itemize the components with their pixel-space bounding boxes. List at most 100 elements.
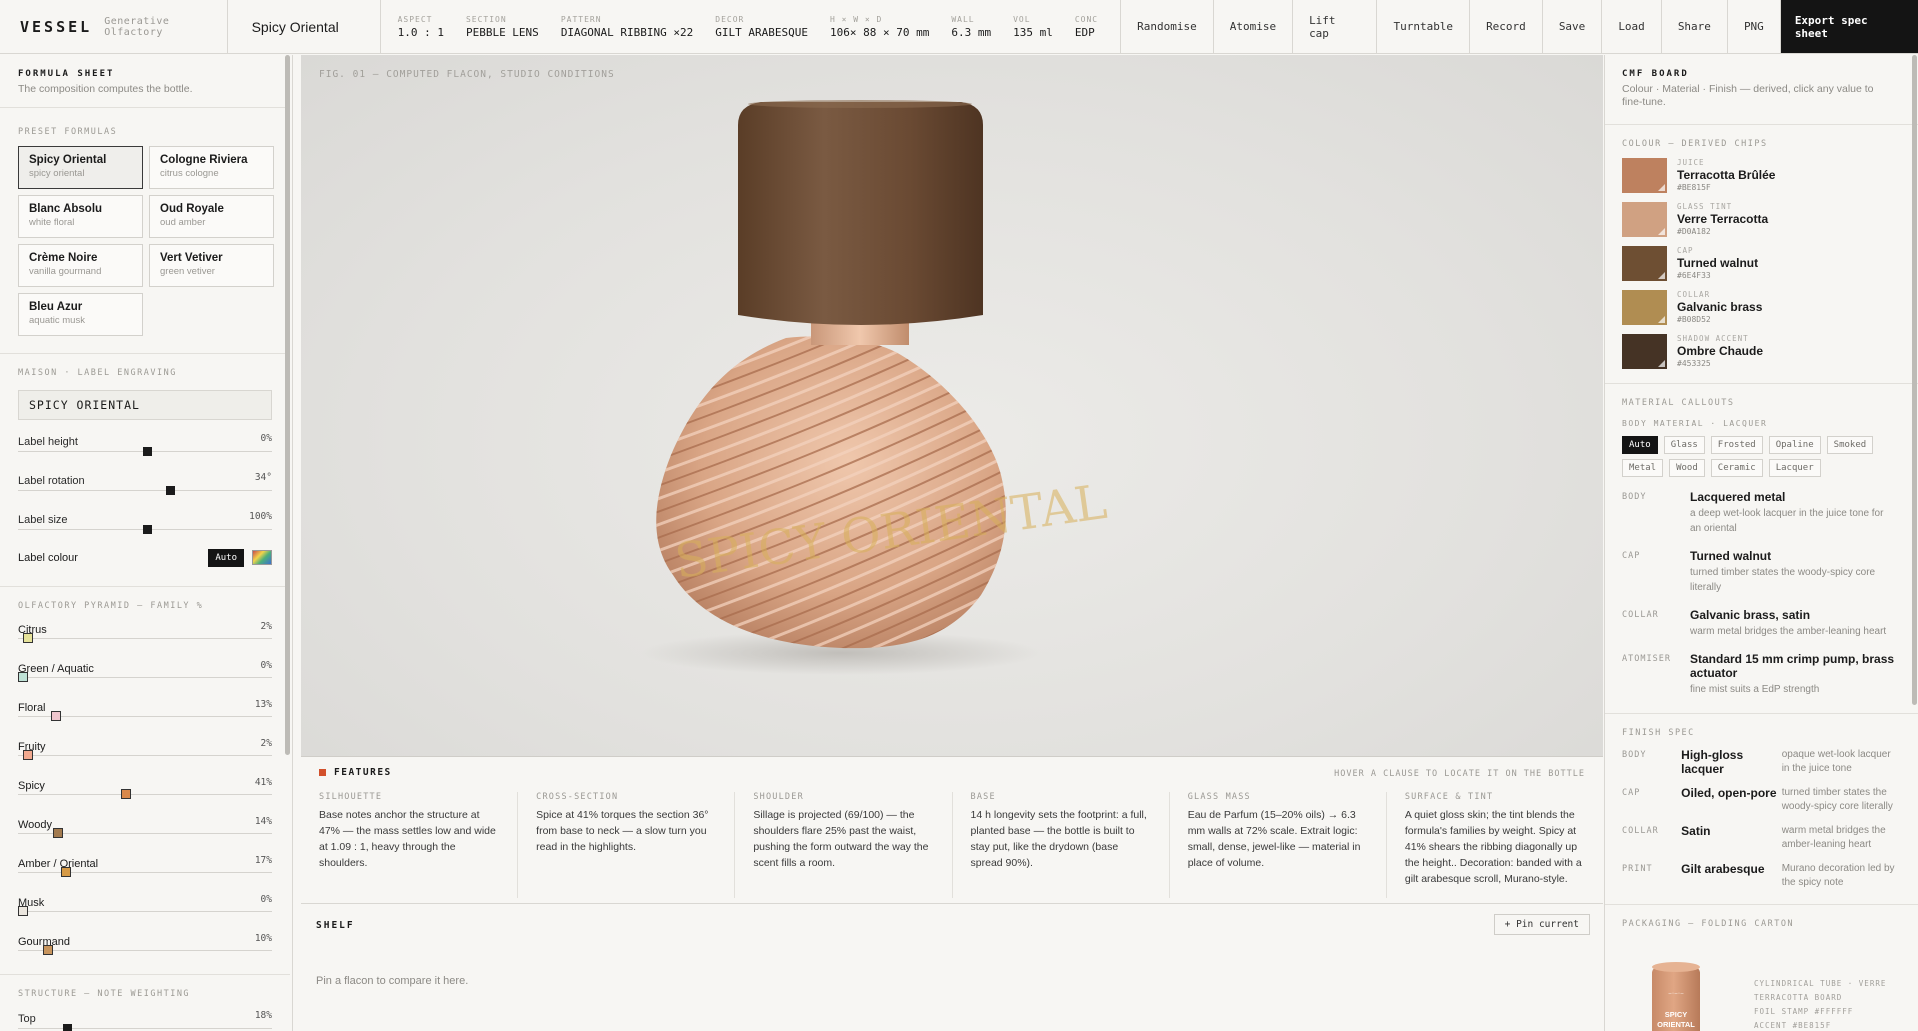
slider-handle[interactable] xyxy=(23,750,33,760)
slider-track[interactable] xyxy=(18,911,272,912)
material-option[interactable]: Frosted xyxy=(1710,436,1763,454)
chip-role: COLLAR xyxy=(1677,290,1711,299)
cmf-title: CMF BOARD xyxy=(1622,69,1689,79)
slider-track[interactable] xyxy=(18,950,272,951)
right-scrollbar[interactable] xyxy=(1912,55,1917,705)
finish-row[interactable]: PRINT Gilt arabesque Murano decoration led… xyxy=(1622,862,1900,890)
callout-part: COLLAR xyxy=(1622,610,1659,620)
divider xyxy=(1605,124,1918,125)
material-callout[interactable]: ATOMISER Standard 15 mm crimp pump, brass… xyxy=(1622,652,1900,697)
material-option[interactable]: Metal xyxy=(1622,459,1664,477)
turntable-button[interactable]: Turntable xyxy=(1377,0,1471,53)
preset-card[interactable]: Cologne Riviera citrus cologne xyxy=(149,146,274,189)
material-option[interactable]: Wood xyxy=(1669,459,1705,477)
slider-handle[interactable] xyxy=(165,486,175,495)
colour-chip-row[interactable]: COLLAR Galvanic brass #B08D52 xyxy=(1622,290,1900,325)
colour-chip-swatch[interactable] xyxy=(1622,202,1667,237)
material-option[interactable]: Auto xyxy=(1622,436,1658,454)
label-colour-auto-button[interactable]: Auto xyxy=(208,549,244,567)
colour-chip-swatch[interactable] xyxy=(1622,290,1667,325)
feature-title: SILHOUETTE xyxy=(319,792,383,802)
family-value: 2% xyxy=(260,621,272,632)
material-callout[interactable]: BODY Lacquered metal a deep wet-look lacqu… xyxy=(1622,490,1900,536)
finish-row[interactable]: CAP Oiled, open-pore turned timber states … xyxy=(1622,786,1900,814)
material-option[interactable]: Ceramic xyxy=(1710,459,1763,477)
preset-card[interactable]: Oud Royale oud amber xyxy=(149,195,274,238)
colour-chip-row[interactable]: GLASS TINT Verre Terracotta #D0A182 xyxy=(1622,202,1900,237)
material-option[interactable]: Lacquer xyxy=(1768,459,1821,477)
slider-handle[interactable] xyxy=(53,828,63,838)
slider-track[interactable] xyxy=(18,872,272,873)
bottle-viewport[interactable]: FIG. 01 — COMPUTED FLACON, STUDIO CONDIT… xyxy=(301,55,1603,757)
colour-chip-row[interactable]: SHADOW ACCENT Ombre Chaude #453325 xyxy=(1622,334,1900,369)
slider-track[interactable] xyxy=(18,1028,272,1029)
features-marker-icon xyxy=(319,769,326,776)
bottle-render[interactable]: SPICY ORIENTAL xyxy=(301,55,1603,757)
slider-value: 100% xyxy=(249,511,272,522)
chip-name: Verre Terracotta xyxy=(1677,212,1769,226)
share-button[interactable]: Share xyxy=(1662,0,1728,53)
record-button[interactable]: Record xyxy=(1470,0,1543,53)
finish-desc: opaque wet-look lacquer in the juice ton… xyxy=(1781,749,1891,774)
load-button[interactable]: Load xyxy=(1602,0,1662,53)
material-option[interactable]: Opaline xyxy=(1768,436,1821,454)
slider-handle[interactable] xyxy=(43,945,53,955)
material-option[interactable]: Glass xyxy=(1663,436,1705,454)
feature-clause[interactable]: CROSS-SECTION Spice at 41% torques the se… xyxy=(518,792,736,898)
slider-track[interactable] xyxy=(18,794,272,795)
finish-row[interactable]: BODY High-gloss lacquer opaque wet-look la… xyxy=(1622,748,1900,776)
preset-card[interactable]: Blanc Absolu white floral xyxy=(18,195,143,238)
colour-chip-text: GLASS TINT Verre Terracotta #D0A182 xyxy=(1677,202,1768,237)
carton-tube: —·—·— SPICY ORIENTAL xyxy=(1652,962,1700,1031)
label-text-input[interactable]: SPICY ORIENTAL xyxy=(18,390,272,420)
family-label: Floral xyxy=(18,702,46,714)
slider-handle[interactable] xyxy=(18,672,28,682)
png-button[interactable]: PNG xyxy=(1728,0,1781,53)
feature-clause[interactable]: SILHOUETTE Base notes anchor the structur… xyxy=(301,792,519,898)
pin-current-button[interactable]: + Pin current xyxy=(1493,914,1590,935)
slider-handle[interactable] xyxy=(23,633,33,643)
lift-cap-button[interactable]: Lift cap xyxy=(1293,0,1378,53)
colour-chip-row[interactable]: CAP Turned walnut #6E4F33 xyxy=(1622,246,1900,281)
feature-clause[interactable]: GLASS MASS Eau de Parfum (15–20% oils) → … xyxy=(1170,792,1387,898)
family-label: Amber / Oriental xyxy=(18,858,99,870)
preset-card[interactable]: Crème Noire vanilla gourmand xyxy=(18,244,143,287)
shelf-title: SHELF xyxy=(316,920,355,931)
slider-track[interactable] xyxy=(18,490,272,491)
colour-chip-row[interactable]: JUICE Terracotta Brûlée #BE815F xyxy=(1622,158,1900,193)
preset-card[interactable]: Vert Vetiver green vetiver xyxy=(149,244,274,287)
cap-top-highlight xyxy=(748,100,972,108)
slider-track[interactable] xyxy=(18,755,272,756)
slider-track[interactable] xyxy=(18,677,272,678)
colour-chip-swatch[interactable] xyxy=(1622,334,1667,369)
slider-handle[interactable] xyxy=(63,1024,72,1031)
slider-handle[interactable] xyxy=(143,525,152,534)
slider-handle[interactable] xyxy=(60,867,71,877)
colour-chip-swatch[interactable] xyxy=(1622,246,1667,281)
preset-name: Cologne Riviera xyxy=(160,154,248,166)
colour-chip-text: JUICE Terracotta Brûlée #BE815F xyxy=(1677,158,1775,193)
slider-handle[interactable] xyxy=(120,789,131,799)
preset-card[interactable]: Spicy Oriental spicy oriental xyxy=(18,146,143,189)
left-scrollbar[interactable] xyxy=(285,55,290,755)
material-option[interactable]: Smoked xyxy=(1826,436,1874,454)
preset-card[interactable]: Bleu Azur aquatic musk xyxy=(18,293,143,336)
save-button[interactable]: Save xyxy=(1543,0,1603,53)
feature-clause[interactable]: SHOULDER Sillage is projected (69/100) — … xyxy=(735,792,953,898)
colour-chip-swatch[interactable] xyxy=(1622,158,1667,193)
slider-handle[interactable] xyxy=(50,711,61,721)
randomise-button[interactable]: Randomise xyxy=(1121,0,1214,53)
slider-handle[interactable] xyxy=(18,906,28,916)
feature-clause[interactable]: BASE 14 h longevity sets the footprint: a… xyxy=(953,792,1170,898)
slider-handle[interactable] xyxy=(143,447,152,456)
slider-track[interactable] xyxy=(18,638,272,639)
finish-row[interactable]: COLLAR Satin warm metal bridges the amber-… xyxy=(1622,824,1900,852)
colour-chips: JUICE Terracotta Brûlée #BE815F GLASS TINT V… xyxy=(1622,158,1900,369)
material-callout[interactable]: CAP Turned walnut turned timber states the… xyxy=(1622,549,1900,595)
feature-clause[interactable]: SURFACE & TINT A quiet gloss skin; the ti… xyxy=(1387,792,1603,898)
label-colour-picker-icon[interactable] xyxy=(252,550,272,565)
material-callout[interactable]: COLLAR Galvanic brass, satin warm metal br… xyxy=(1622,608,1900,639)
atomise-button[interactable]: Atomise xyxy=(1214,0,1294,53)
export-spec-sheet-button[interactable]: Export spec sheet xyxy=(1780,0,1918,53)
pyramid-slider: Gourmand 10% xyxy=(18,932,272,962)
